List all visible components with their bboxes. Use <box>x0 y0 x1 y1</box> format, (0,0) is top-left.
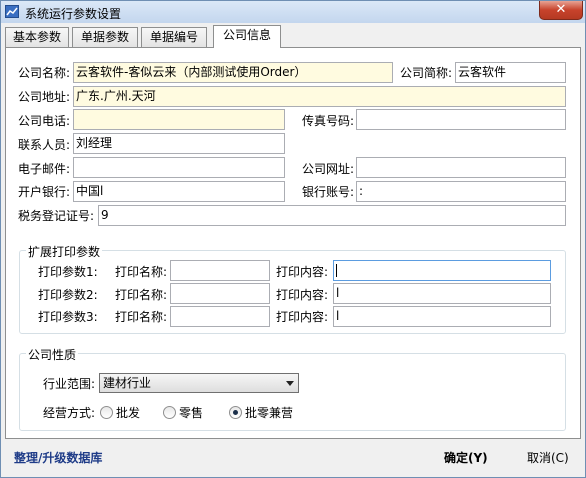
print-param-2-label: 打印参数2: <box>38 288 98 302</box>
company-info-panel: 公司名称: 云客软件-客似云来（内部测试使用Order） 公司简称: 云客软件 … <box>5 47 581 439</box>
print-name-3-label: 打印名称: <box>115 310 168 324</box>
contact-label: 联系人员: <box>18 138 71 152</box>
tab-document-numbering[interactable]: 单据编号 <box>141 27 207 47</box>
industry-select[interactable]: 建材行业 <box>99 373 299 393</box>
fax-field[interactable] <box>356 109 566 130</box>
print-name-1-label: 打印名称: <box>115 265 168 279</box>
cancel-button[interactable]: 取消(C) <box>527 449 569 466</box>
industry-label: 行业范围: <box>43 377 96 391</box>
text-caret <box>336 264 337 277</box>
tax-label: 税务登记证号: <box>18 209 95 223</box>
upgrade-database-link[interactable]: 整理/升级数据库 <box>14 449 102 466</box>
print-content-2-field[interactable]: l <box>333 283 551 304</box>
print-content-2-label: 打印内容: <box>276 288 329 302</box>
tax-field[interactable]: 9 <box>98 205 566 226</box>
chevron-down-icon <box>286 381 294 386</box>
short-name-label: 公司简称: <box>400 66 453 80</box>
business-mode-label: 经营方式: <box>43 406 96 420</box>
ok-button[interactable]: 确定(Y) <box>444 449 488 466</box>
email-field[interactable] <box>73 157 285 178</box>
radio-wholesale[interactable] <box>100 406 113 419</box>
company-nature-group: 公司性质 行业范围: 建材行业 经营方式: 批发 零售 批零兼营 <box>19 346 566 431</box>
print-params-title: 扩展打印参数 <box>26 243 103 260</box>
bank-field[interactable]: 中国l <box>73 181 285 202</box>
print-name-3-field[interactable] <box>170 306 270 327</box>
print-name-2-label: 打印名称: <box>115 288 168 302</box>
short-name-field[interactable]: 云客软件 <box>455 62 566 83</box>
radio-wholesale-retail[interactable] <box>229 406 242 419</box>
company-name-field[interactable]: 云客软件-客似云来（内部测试使用Order） <box>73 62 393 83</box>
email-label: 电子邮件: <box>18 162 71 176</box>
tab-document-params[interactable]: 单据参数 <box>72 27 138 47</box>
phone-label: 公司电话: <box>18 114 71 128</box>
bank-label: 开户银行: <box>18 185 71 199</box>
print-content-1-field[interactable] <box>333 260 551 281</box>
tab-company-info[interactable]: 公司信息 <box>213 25 281 48</box>
radio-wholesale-retail-label[interactable]: 批零兼营 <box>245 406 293 420</box>
print-param-1-label: 打印参数1: <box>38 265 98 279</box>
radio-retail[interactable] <box>163 406 176 419</box>
fax-label: 传真号码: <box>302 114 355 128</box>
close-icon[interactable]: ✕ <box>539 1 583 20</box>
website-label: 公司网址: <box>302 162 355 176</box>
website-field[interactable] <box>356 157 566 178</box>
window-title: 系统运行参数设置 <box>25 7 122 21</box>
print-content-3-field[interactable]: l <box>333 306 551 327</box>
address-field[interactable]: 广东.广州.天河 <box>73 86 566 107</box>
contact-field[interactable]: 刘经理 <box>73 133 285 154</box>
print-param-3-label: 打印参数3: <box>38 310 98 324</box>
industry-select-value: 建材行业 <box>103 376 152 390</box>
radio-wholesale-label[interactable]: 批发 <box>116 406 140 420</box>
phone-field[interactable] <box>73 109 285 130</box>
company-nature-title: 公司性质 <box>26 346 79 363</box>
print-params-group: 扩展打印参数 打印参数1: 打印名称: 打印内容: 打印参数2: 打印名称: 打… <box>19 243 566 334</box>
print-name-1-field[interactable] <box>170 260 270 281</box>
account-label: 银行账号: <box>302 185 355 199</box>
company-name-label: 公司名称: <box>18 66 71 80</box>
print-content-1-label: 打印内容: <box>276 265 329 279</box>
print-name-2-field[interactable] <box>170 283 270 304</box>
address-label: 公司地址: <box>18 90 71 104</box>
account-field[interactable]: : <box>356 181 566 202</box>
settings-window: 系统运行参数设置 ✕ 基本参数 单据参数 单据编号 公司信息 公司名称: 云客软… <box>0 0 586 478</box>
print-content-3-label: 打印内容: <box>276 310 329 324</box>
radio-retail-label[interactable]: 零售 <box>179 406 203 420</box>
app-chart-icon <box>5 5 19 18</box>
tab-basic-params[interactable]: 基本参数 <box>5 27 69 47</box>
title-bar: 系统运行参数设置 ✕ <box>1 1 585 23</box>
